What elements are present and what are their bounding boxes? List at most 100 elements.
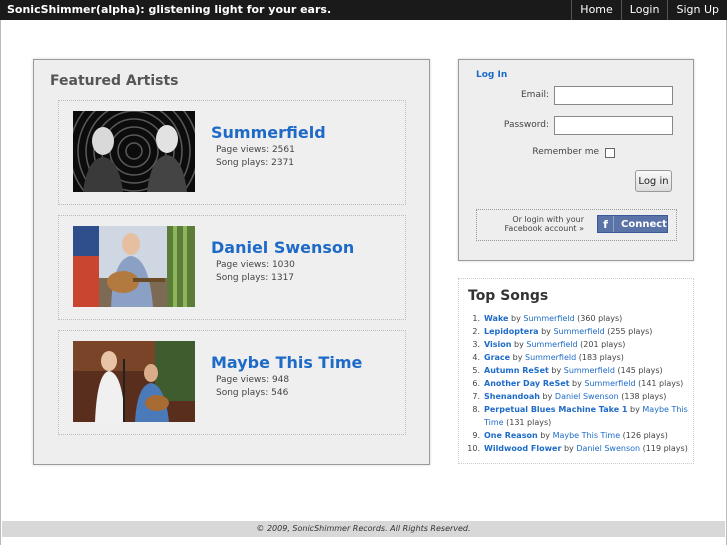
song-link[interactable]: Perpetual Blues Machine Take 1: [484, 405, 628, 414]
facebook-connect-label: Connect: [621, 218, 667, 230]
artist-link[interactable]: Summerfield: [584, 379, 635, 388]
artist-song-plays: Song plays: 546: [216, 388, 289, 398]
artist-page-views: Page views: 1030: [216, 260, 295, 270]
artist-photo-summerfield[interactable]: [73, 111, 195, 192]
password-field[interactable]: [554, 116, 673, 135]
email-label: Email:: [520, 90, 549, 100]
facebook-connect-button[interactable]: f Connect: [597, 215, 668, 233]
song-rank: 7.: [472, 392, 480, 401]
main-nav: Home Login Sign Up: [571, 0, 727, 20]
by-text: by: [514, 340, 524, 349]
by-text: by: [542, 392, 553, 401]
song-rank: 6.: [472, 379, 480, 388]
play-count: (201 plays): [580, 340, 626, 349]
artist-name-link[interactable]: Daniel Swenson: [211, 238, 354, 257]
remember-me-checkbox[interactable]: [605, 148, 615, 158]
by-text: by: [541, 327, 551, 336]
by-text: by: [512, 353, 523, 362]
list-item: 9. One Reason by Maybe This Time (126 pla…: [459, 429, 695, 442]
facebook-icon: f: [598, 216, 614, 232]
by-text: by: [551, 366, 562, 375]
featured-artists-title: Featured Artists: [50, 73, 179, 89]
login-button[interactable]: Log in: [635, 170, 672, 192]
list-item: 1. Wake by Summerfield (360 plays): [459, 312, 695, 325]
footer-copyright: © 2009, SonicShimmer Records. All Rights…: [2, 521, 725, 537]
play-count: (145 plays): [617, 366, 663, 375]
list-item: 8. Perpetual Blues Machine Take 1 by Mayb…: [459, 403, 695, 429]
email-field[interactable]: [554, 86, 673, 105]
remember-me-label: Remember me: [532, 147, 599, 157]
artist-link[interactable]: Summerfield: [564, 366, 615, 375]
login-panel: Log In Email: Password: Remember me Log …: [458, 59, 694, 261]
nav-home-link[interactable]: Home: [571, 0, 620, 20]
play-count: (138 plays): [621, 392, 667, 401]
artist-link[interactable]: Summerfield: [553, 327, 604, 336]
facebook-login-box: Or login with your Facebook account » f …: [476, 209, 677, 241]
song-rank: 3.: [472, 340, 480, 349]
artist-page-views: Page views: 2561: [216, 145, 295, 155]
list-item: 7. Shenandoah by Daniel Swenson (138 play…: [459, 390, 695, 403]
list-item: 6. Another Day ReSet by Summerfield (141 …: [459, 377, 695, 390]
password-label: Password:: [503, 120, 549, 130]
song-link[interactable]: Wildwood Flower: [484, 444, 561, 453]
list-item: 5. Autumn ReSet by Summerfield (145 plays…: [459, 364, 695, 377]
play-count: (183 plays): [578, 353, 624, 362]
top-songs-panel: Top Songs 1. Wake by Summerfield (360 pla…: [458, 278, 694, 464]
song-link[interactable]: Another Day ReSet: [484, 379, 569, 388]
artist-page-views: Page views: 948: [216, 375, 290, 385]
top-nav-bar: SonicShimmer(alpha): glistening light fo…: [0, 0, 727, 20]
top-songs-title: Top Songs: [468, 288, 549, 304]
artist-link[interactable]: Daniel Swenson: [555, 392, 619, 401]
list-item: 10. Wildwood Flower by Daniel Swenson (11…: [459, 442, 695, 455]
artist-link[interactable]: Summerfield: [525, 353, 576, 362]
song-rank: 9.: [472, 431, 480, 440]
artist-card: Maybe This Time Page views: 948 Song pla…: [58, 330, 406, 435]
song-rank: 5.: [472, 366, 480, 375]
top-songs-list: 1. Wake by Summerfield (360 plays) 2. Lepi…: [459, 312, 695, 455]
facebook-login-text: Or login with your Facebook account »: [504, 215, 584, 233]
artist-photo-daniel-swenson[interactable]: [73, 226, 195, 307]
song-rank: 1.: [472, 314, 480, 323]
play-count: (126 plays): [622, 431, 668, 440]
song-link[interactable]: Lepidoptera: [484, 327, 539, 336]
artist-name-link[interactable]: Maybe This Time: [211, 353, 362, 372]
artist-card: Daniel Swenson Page views: 1030 Song pla…: [58, 215, 406, 320]
login-title[interactable]: Log In: [476, 70, 507, 80]
by-text: by: [630, 405, 640, 414]
artist-song-plays: Song plays: 1317: [216, 273, 295, 283]
song-link[interactable]: Autumn ReSet: [484, 366, 549, 375]
list-item: 2. Lepidoptera by Summerfield (255 plays): [459, 325, 695, 338]
by-text: by: [511, 314, 521, 323]
artist-name-link[interactable]: Summerfield: [211, 123, 326, 142]
artist-card: Summerfield Page views: 2561 Song plays:…: [58, 100, 406, 205]
artist-photo-maybe-this-time[interactable]: [73, 341, 195, 422]
artist-song-plays: Song plays: 2371: [216, 158, 295, 168]
artist-link[interactable]: Summerfield: [526, 340, 577, 349]
play-count: (360 plays): [577, 314, 623, 323]
by-text: by: [540, 431, 551, 440]
play-count: (141 plays): [638, 379, 684, 388]
nav-login-link[interactable]: Login: [620, 0, 668, 20]
song-link[interactable]: Shenandoah: [484, 392, 540, 401]
song-link[interactable]: Vision: [484, 340, 512, 349]
play-count: (131 plays): [506, 418, 552, 427]
site-brand[interactable]: SonicShimmer(alpha): glistening light fo…: [7, 3, 331, 16]
song-rank: 8.: [472, 405, 480, 414]
nav-signup-link[interactable]: Sign Up: [667, 0, 727, 20]
list-item: 3. Vision by Summerfield (201 plays): [459, 338, 695, 351]
song-link[interactable]: Wake: [484, 314, 508, 323]
play-count: (255 plays): [607, 327, 653, 336]
artist-link[interactable]: Summerfield: [523, 314, 574, 323]
song-link[interactable]: One Reason: [484, 431, 538, 440]
by-text: by: [563, 444, 574, 453]
song-rank: 10.: [467, 444, 480, 453]
song-rank: 2.: [472, 327, 480, 336]
featured-artists-panel: Featured Artists Summerfield Page views:…: [33, 59, 430, 465]
artist-link[interactable]: Daniel Swenson: [576, 444, 640, 453]
by-text: by: [572, 379, 582, 388]
list-item: 4. Grace by Summerfield (183 plays): [459, 351, 695, 364]
artist-link[interactable]: Maybe This Time: [553, 431, 621, 440]
song-rank: 4.: [472, 353, 480, 362]
song-link[interactable]: Grace: [484, 353, 510, 362]
play-count: (119 plays): [642, 444, 688, 453]
